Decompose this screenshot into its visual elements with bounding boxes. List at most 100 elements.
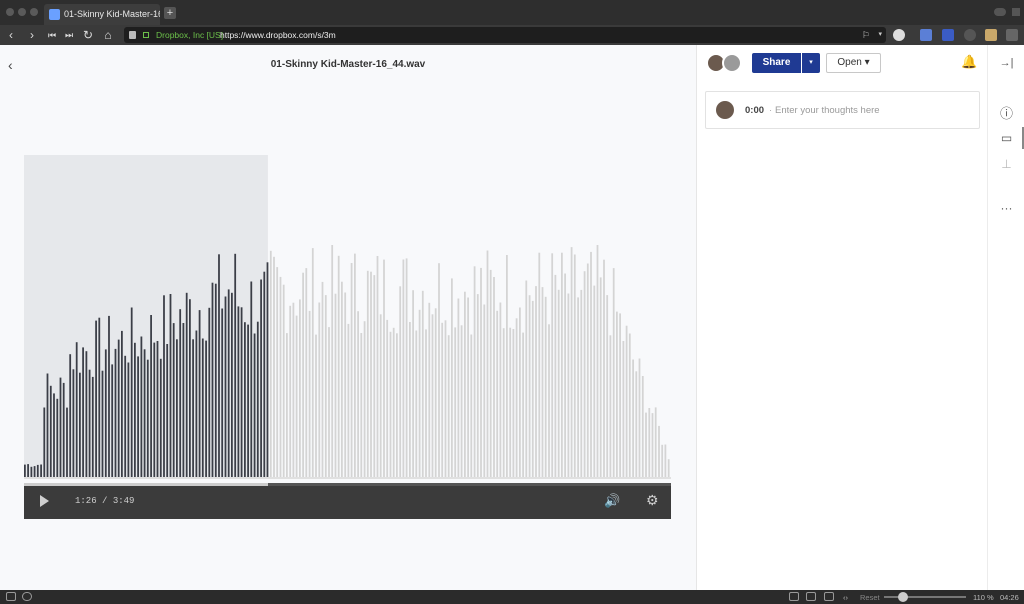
waveform-bar [451,278,453,477]
zoom-slider-knob[interactable] [898,592,908,602]
zoom-reset[interactable]: Reset [860,593,880,602]
avatar-collaborator[interactable] [722,53,742,73]
waveform-bar [370,271,372,477]
more-options-icon[interactable]: ··· [988,201,1024,215]
bookmark-icon[interactable]: ⚐ [862,27,870,43]
audio-waveform[interactable] [24,155,671,485]
image-icon[interactable] [824,592,834,601]
waveform-bar [561,252,563,477]
fast-forward-icon[interactable]: ⏭ [61,27,77,43]
panel-toggle-icon[interactable] [6,592,16,601]
waveform-bar [464,291,466,477]
waveform-bar [214,283,217,477]
trash-icon[interactable] [1012,8,1020,16]
comments-icon[interactable]: ▭ [988,131,1024,145]
waveform-bar [69,354,72,477]
playback-time: 1:26 / 3:49 [75,496,134,506]
seek-bar[interactable] [24,483,671,486]
profile-avatar-icon[interactable] [893,29,905,41]
waveform-bar [95,320,97,477]
url-dropdown-icon[interactable]: ▾ [878,27,882,43]
notifications-bell-icon[interactable]: 🔔 [961,54,977,70]
tab-close-icon[interactable]: ‹ [154,4,157,25]
waveform-bar [130,307,133,477]
window-close-dot[interactable] [6,8,14,16]
waveform-bar [396,333,398,477]
waveform-bar [389,331,392,477]
ev-certificate-label[interactable]: Dropbox, Inc [US] [156,27,223,43]
vpn-extension-icon[interactable] [964,29,976,41]
waveform-bar [402,259,405,477]
waveform-bar [224,296,227,477]
waveform-bar [104,349,107,477]
waveform-bar [499,302,502,477]
waveform-bar [392,327,395,477]
play-button[interactable] [40,495,49,507]
waveform-bar [127,362,130,477]
collapse-panel-icon[interactable]: →| [988,57,1024,69]
audio-player-controls: 1:26 / 3:49 🔊 ⚙ [24,483,671,519]
zoom-slider[interactable] [884,596,966,598]
waveform-bar [218,254,220,477]
sync-cloud-icon[interactable] [22,592,32,601]
waveform-bar [140,336,143,477]
file-title: 01-Skinny Kid-Master-16_44.wav [270,59,426,70]
waveform-bar [645,412,647,477]
share-dropdown-button[interactable]: ▾ [802,53,820,73]
waveform-bar [357,311,359,477]
waveform-bar [535,286,537,477]
open-button[interactable]: Open ▾ [826,53,881,73]
waveform-bar [522,332,524,477]
waveform-bar [580,289,583,477]
translate-extension-icon[interactable] [920,29,932,41]
waveform-bar [299,299,301,477]
waveform-bar [606,295,609,477]
waveform-bar [438,263,440,477]
settings-gear-icon[interactable]: ⚙ [646,492,659,509]
url-field[interactable]: Dropbox, Inc [US] https://www.dropbox.co… [124,27,886,43]
waveform-bar [166,344,169,477]
comment-input[interactable]: 0:00 · Enter your thoughts here [705,91,980,129]
u-extension-icon[interactable] [942,29,954,41]
info-icon[interactable]: ⓘ [988,103,1024,122]
wallet-extension-icon[interactable] [985,29,997,41]
browser-tab[interactable]: 01-Skinny Kid-Master-16_4 ‹ [44,4,160,25]
window-icon[interactable] [806,592,816,601]
code-icon[interactable]: ‹› [843,593,848,602]
share-button[interactable]: Share [752,53,801,73]
waveform-bar [40,464,42,477]
back-icon[interactable]: ‹ [3,27,19,43]
waveform-bar [428,302,431,477]
waveform-bar [308,310,311,477]
reload-icon[interactable]: ↻ [80,27,96,43]
volume-icon[interactable]: 🔊 [604,493,620,509]
waveform-bar [622,341,625,477]
lock-icon [143,32,149,38]
new-tab-button[interactable]: + [164,7,176,19]
waveform-bar [658,425,660,477]
waveform-bar [321,281,324,477]
comment-timestamp[interactable]: 0:00 [745,105,764,116]
home-icon[interactable]: ⌂ [100,27,116,43]
rewind-icon[interactable]: ⏮ [44,27,60,43]
waveform-bar [638,358,641,477]
shield-icon[interactable] [129,31,136,39]
cloud-icon[interactable] [994,8,1006,16]
waveform-bar [292,302,295,477]
waveform-bar [185,292,188,477]
waveform-bar [234,253,237,477]
waveform-bar [664,444,667,477]
waveform-bar [486,250,489,477]
forward-icon[interactable]: › [24,27,40,43]
waveform-bar [269,250,272,477]
extensions-icon[interactable] [1006,29,1018,41]
waveform-bar [612,268,615,477]
window-maximize-dot[interactable] [30,8,38,16]
window-minimize-dot[interactable] [18,8,26,16]
camera-icon[interactable] [789,592,799,601]
url-text[interactable]: https://www.dropbox.com/s/3m [220,27,336,43]
waveform-bar [583,271,586,477]
waveform-bar [496,310,499,477]
comments-sidebar: Share ▾ Open ▾ 🔔 0:00 · Enter your thoug… [696,45,987,590]
stamp-icon[interactable]: ⊥ [988,157,1024,171]
